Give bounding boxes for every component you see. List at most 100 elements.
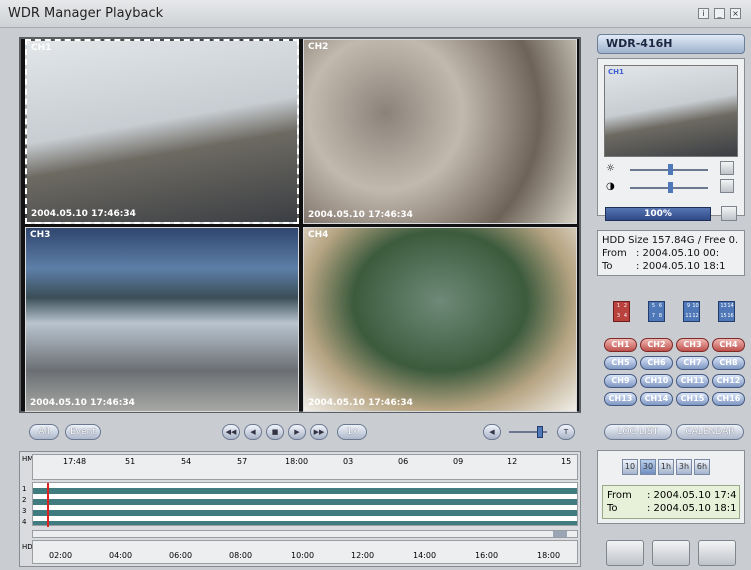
tick-label: 18:00: [285, 457, 309, 466]
channel-button-ch8[interactable]: CH8: [712, 356, 745, 370]
channel-button-ch14[interactable]: CH14: [640, 392, 673, 406]
track-bar-2: [33, 499, 577, 505]
channel-button-ch12[interactable]: CH12: [712, 374, 745, 388]
range-30-button[interactable]: 30: [640, 459, 656, 475]
print-icon[interactable]: [721, 206, 737, 221]
channel-button-ch7[interactable]: CH7: [676, 356, 709, 370]
tick-label: 03: [343, 457, 354, 466]
speed-button[interactable]: 1x: [337, 424, 367, 440]
preview-label: CH1: [608, 68, 624, 76]
recording-track[interactable]: [32, 482, 578, 527]
channel-button-ch9[interactable]: CH9: [604, 374, 637, 388]
camera-ch1[interactable]: CH1 2004.05.10 17:46:34: [25, 39, 299, 224]
camera-timestamp: 2004.05.10 17:46:34: [31, 209, 136, 219]
tick-label: 14:00: [413, 551, 437, 560]
tick-label: 06:00: [169, 551, 193, 560]
search-range: From: 2004.05.10 17:4 To: 2004.05.10 18:…: [602, 485, 740, 519]
channel-button-ch5[interactable]: CH5: [604, 356, 637, 370]
volume-thumb[interactable]: [537, 426, 543, 438]
window-title: WDR Manager Playback: [8, 6, 164, 21]
zoom-row: 100%: [597, 205, 745, 225]
hdd-size: HDD Size 157.84G / Free 0.: [602, 235, 739, 246]
to-value: : 2004.05.10 18:1: [636, 261, 726, 272]
channel-button-ch2[interactable]: CH2: [640, 338, 673, 352]
tick-label: 15: [561, 457, 572, 466]
play-icon[interactable]: ▶: [288, 424, 306, 440]
calendar-button[interactable]: CALENDAR: [676, 424, 744, 440]
contrast-thumb[interactable]: [668, 182, 673, 193]
tick-label: 10:00: [291, 551, 315, 560]
reset-icon[interactable]: [720, 179, 734, 193]
channel-button-ch13[interactable]: CH13: [604, 392, 637, 406]
from-label: From: [602, 248, 627, 259]
folder-icon[interactable]: [652, 540, 690, 566]
channel-button-ch6[interactable]: CH6: [640, 356, 673, 370]
range-1h-button[interactable]: 1h: [658, 459, 674, 475]
tick-label: 54: [181, 457, 192, 466]
stop-icon[interactable]: ■: [266, 424, 284, 440]
bottom-axis-label: HD: [22, 543, 33, 551]
monitor-icon[interactable]: [606, 540, 644, 566]
event-button[interactable]: Event: [65, 424, 101, 440]
camera-label: CH3: [30, 230, 51, 240]
all-button[interactable]: All: [29, 424, 59, 440]
tick-label: 06: [398, 457, 409, 466]
close-button[interactable]: ×: [730, 8, 741, 19]
horizontal-scrollbar[interactable]: [32, 530, 578, 538]
camera-timestamp: 2004.05.10 17:46:34: [308, 210, 413, 220]
channel-button-ch11[interactable]: CH11: [676, 374, 709, 388]
snapshot-icon[interactable]: [720, 161, 734, 175]
search-from-value: : 2004.05.10 17:4: [647, 490, 737, 501]
settings-icon[interactable]: [698, 540, 736, 566]
brightness-thumb[interactable]: [668, 164, 673, 175]
volume-down-icon[interactable]: ◀: [483, 424, 501, 440]
split-5-8-button[interactable]: 56 78: [648, 301, 665, 322]
volume-up-icon[interactable]: T: [557, 424, 575, 440]
camera-label: CH2: [308, 42, 329, 52]
tick-label: 09: [453, 457, 464, 466]
camera-timestamp: 2004.05.10 17:46:34: [308, 398, 413, 408]
brightness-icon: ☼: [606, 163, 615, 174]
timeline-panel[interactable]: HM 17:48 51 54 57 18:00 03 06 09 12 15 1…: [19, 451, 581, 567]
log-list-button[interactable]: LOG LIST: [604, 424, 672, 440]
tick-label: 51: [125, 457, 136, 466]
fast-forward-icon[interactable]: ▶▶: [310, 424, 328, 440]
tick-label: 18:00: [537, 551, 561, 560]
range-10-button[interactable]: 10: [622, 459, 638, 475]
info-icon[interactable]: i: [698, 8, 709, 19]
search-from-label: From: [607, 490, 632, 501]
range-6h-button[interactable]: 6h: [694, 459, 710, 475]
preview-video[interactable]: CH1: [604, 65, 738, 157]
scroll-thumb[interactable]: [553, 531, 567, 537]
time-ruler[interactable]: 17:48 51 54 57 18:00 03 06 09 12 15: [32, 454, 578, 480]
step-back-icon[interactable]: ◀: [244, 424, 262, 440]
channel-button-ch10[interactable]: CH10: [640, 374, 673, 388]
channel-button-ch16[interactable]: CH16: [712, 392, 745, 406]
day-ruler[interactable]: 02:00 04:00 06:00 08:00 10:00 12:00 14:0…: [32, 540, 578, 564]
camera-label: CH4: [308, 230, 329, 240]
camera-label: CH1: [31, 43, 52, 53]
tick-label: 08:00: [229, 551, 253, 560]
search-panel: 10 30 1h 3h 6h From: 2004.05.10 17:4 To:…: [597, 450, 745, 524]
split-13-16-button[interactable]: 13 14 15 16: [718, 301, 735, 322]
channel-button-ch3[interactable]: CH3: [676, 338, 709, 352]
minimize-button[interactable]: _: [714, 8, 725, 19]
tick-label: 12: [507, 457, 518, 466]
tick-label: 04:00: [109, 551, 133, 560]
device-model: WDR-416H: [597, 34, 745, 54]
split-9-12-button[interactable]: 9 10 11 12: [683, 301, 700, 322]
track-bar-4: [33, 521, 577, 525]
camera-ch2[interactable]: CH2 2004.05.10 17:46:34: [303, 39, 577, 224]
camera-ch3[interactable]: CH3 2004.05.10 17:46:34: [25, 227, 299, 412]
time-cursor[interactable]: [47, 483, 49, 527]
channel-button-ch1[interactable]: CH1: [604, 338, 637, 352]
hdd-info-panel: HDD Size 157.84G / Free 0. From : 2004.05…: [597, 230, 745, 276]
tick-label: 57: [237, 457, 248, 466]
zoom-level[interactable]: 100%: [605, 207, 711, 221]
range-3h-button[interactable]: 3h: [676, 459, 692, 475]
camera-ch4[interactable]: CH4 2004.05.10 17:46:34: [303, 227, 577, 412]
rewind-fast-icon[interactable]: ◀◀: [222, 424, 240, 440]
split-1-4-button[interactable]: 12 34: [613, 301, 630, 322]
channel-button-ch15[interactable]: CH15: [676, 392, 709, 406]
channel-button-ch4[interactable]: CH4: [712, 338, 745, 352]
